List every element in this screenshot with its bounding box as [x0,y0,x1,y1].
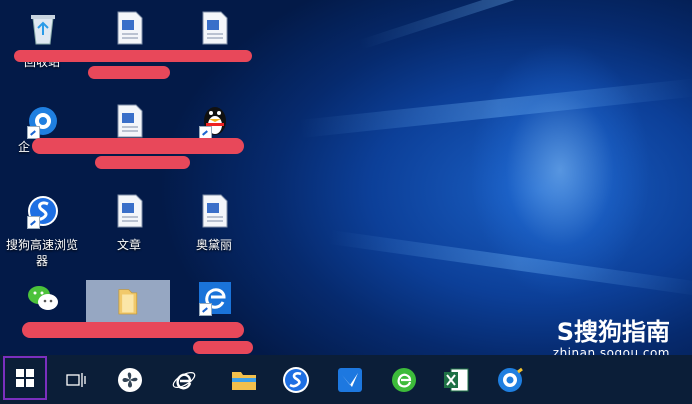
redaction-mark [193,341,253,354]
internet-explorer-icon [172,371,196,389]
word-doc-glyph [202,11,228,45]
windows-logo-icon [16,369,34,387]
taskbar-ie-green[interactable] [380,355,428,404]
redaction-mark [32,138,244,154]
file-explorer-icon [232,371,256,390]
start-button[interactable] [3,356,47,400]
taskbar-feishu[interactable] [326,355,374,404]
edge-icon[interactable] [172,272,256,352]
word-doc-glyph [117,104,143,138]
word-doc-glyph [117,194,143,228]
document-icon-2[interactable] [172,2,256,82]
green-browser-icon [392,367,416,392]
recycle-bin-icon[interactable]: 回收站 [0,2,84,82]
sogou-guide-watermark: S搜狗指南 zhinan.sogou.com [553,318,670,355]
taskbar [0,355,692,404]
task-view-button[interactable] [52,355,100,404]
sogou-browser-label: 搜狗高速浏览 器 [5,238,78,268]
redaction-mark [22,322,244,338]
redaction-mark [95,156,190,169]
wechat-icon[interactable] [0,272,84,352]
taskbar-file-explorer[interactable] [220,355,268,404]
fan-app-icon [118,367,142,392]
recycle-bin-glyph [31,15,55,45]
folder-icon[interactable] [86,280,170,322]
word-doc-glyph [202,194,228,228]
shortcut-arrow-icon [27,216,40,229]
taskbar-fan-app[interactable] [106,355,154,404]
watermark-url: zhinan.sogou.com [552,346,670,355]
shortcut-arrow-icon [199,303,212,316]
taskbar-360[interactable] [486,355,534,404]
excel-icon [444,368,469,391]
watermark-brand: S搜狗指南 [556,318,670,346]
redaction-mark [14,50,252,62]
qiyi-app-icon[interactable]: 企 [0,95,84,175]
aodaili-doc-icon[interactable]: 奥黛丽 [172,185,256,265]
taskbar-sogou[interactable] [272,355,320,404]
360-browser-icon [498,367,523,392]
sogou-icon [283,366,309,393]
shortcut-arrow-icon [27,126,40,139]
wechat-glyph [28,286,58,310]
task-view-icon [66,372,86,387]
wenzhang-doc-icon[interactable]: 文章 [87,185,171,265]
taskbar-ie[interactable] [160,355,208,404]
bird-app-icon [338,367,362,392]
word-doc-glyph [117,11,143,45]
sogou-browser-icon[interactable]: 搜狗高速浏览 器 [0,185,84,268]
desktop-background: 回收站 企 搜狗高速浏览 器 文章 奥黛丽 S搜狗指南 zhinan.sogou… [0,0,692,355]
wenzhang-label: 文章 [116,238,141,252]
folder-glyph [118,289,138,315]
taskbar-excel[interactable] [432,355,480,404]
redaction-mark [88,66,170,79]
aodaili-label: 奥黛丽 [195,238,232,252]
